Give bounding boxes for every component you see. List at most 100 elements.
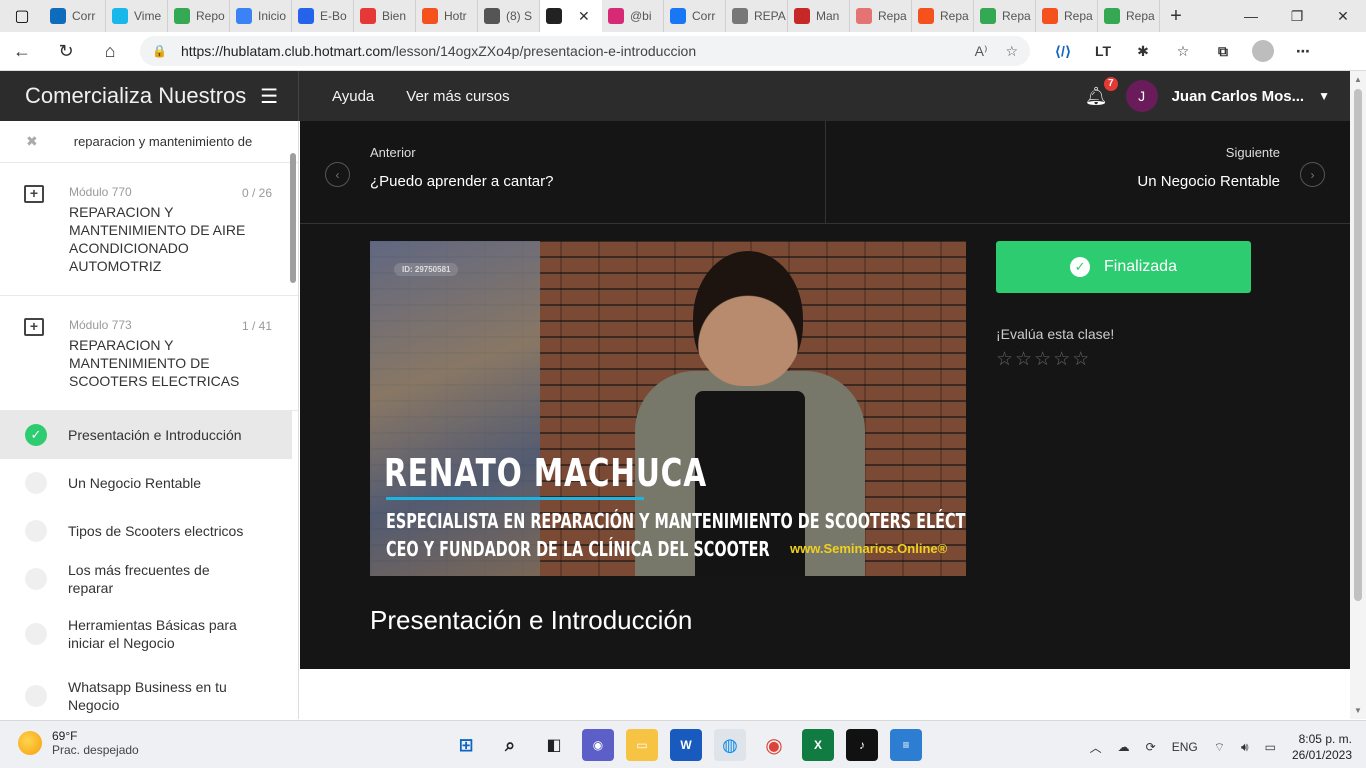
chevron-right-icon[interactable]: › — [1300, 162, 1325, 187]
chevron-left-icon[interactable]: ‹ — [325, 162, 350, 187]
url-field[interactable]: 🔒 https://hublatam.club.hotmart.com/less… — [140, 36, 1030, 66]
battery-icon[interactable]: ▭ — [1265, 740, 1276, 754]
close-tab-icon[interactable]: ✕ — [578, 8, 590, 25]
menu-icon[interactable]: ☰ — [260, 84, 278, 109]
clock[interactable]: 8:05 p. m. 26/01/2023 — [1292, 731, 1352, 763]
browser-tab[interactable]: Bien — [354, 0, 416, 32]
start-icon[interactable]: ⊞ — [450, 729, 482, 761]
previous-lesson[interactable]: ‹ Anterior ¿Puedo aprender a cantar? — [300, 121, 826, 223]
scroll-up-icon[interactable]: ▲ — [1350, 75, 1366, 84]
ebook-icon — [298, 8, 314, 24]
read-aloud-icon[interactable]: A⁾ — [975, 43, 988, 60]
finished-button[interactable]: ✓ Finalizada — [996, 241, 1251, 293]
lock-icon[interactable]: 🔒 — [152, 44, 167, 58]
back-icon[interactable]: ← — [0, 32, 44, 71]
star-icon[interactable]: ☆ — [1034, 348, 1051, 371]
tab-actions-icon[interactable]: ▢ — [0, 0, 44, 32]
weather-widget[interactable]: 69°F Prac. despejado — [18, 729, 139, 757]
browser-tab[interactable]: Man — [788, 0, 850, 32]
browser-tab[interactable]: Inicio — [230, 0, 292, 32]
edge-icon[interactable]: ◍ — [714, 729, 746, 761]
bell-icon[interactable]: 🔔︎ 7 — [1085, 76, 1118, 107]
browser-tab[interactable]: Hotr — [416, 0, 478, 32]
extensions-icon[interactable]: ✱ — [1132, 40, 1154, 62]
onedrive-icon[interactable]: ☁ — [1118, 740, 1130, 754]
weather-temp: 69°F — [52, 729, 78, 743]
browser-tab[interactable]: Repa — [1098, 0, 1160, 32]
close-window-icon[interactable]: ✕ — [1320, 0, 1366, 32]
add-favorite-icon[interactable]: ☆ — [1005, 43, 1018, 60]
search-icon[interactable]: ⌕ — [494, 729, 526, 761]
scroll-down-icon[interactable]: ▼ — [1350, 706, 1366, 715]
user-name[interactable]: Juan Carlos Mos... — [1172, 88, 1305, 105]
word-icon[interactable]: W — [670, 729, 702, 761]
task-view-icon[interactable]: ◧ — [538, 729, 570, 761]
browser-tab[interactable]: ✕ — [540, 0, 602, 32]
user-avatar[interactable]: J — [1125, 80, 1158, 112]
help-link[interactable]: Ayuda — [332, 88, 374, 105]
sidebar-search[interactable]: ✖ reparacion y mantenimiento de — [0, 121, 298, 163]
browser-tab[interactable]: Vime — [106, 0, 168, 32]
chevron-up-icon[interactable]: ︿ — [1090, 739, 1102, 756]
update-icon[interactable]: ⟳ — [1146, 740, 1156, 754]
clear-search-icon[interactable]: ✖ — [26, 133, 38, 150]
video-player[interactable]: ID: 29750581 RENATO MACHUCA ESPECIALISTA… — [370, 241, 966, 576]
next-lesson[interactable]: Siguiente Un Negocio Rentable › — [826, 121, 1351, 223]
windows-taskbar: 69°F Prac. despejado ⊞ ⌕ ◧ ◉ ▭ W ◍ ◉ X ♪… — [0, 720, 1366, 768]
browser-tab[interactable]: Repa — [912, 0, 974, 32]
tab-label: Hotr — [444, 9, 467, 23]
scroll-thumb[interactable] — [1354, 89, 1362, 601]
chat-icon[interactable]: ◉ — [582, 729, 614, 761]
tab-label: Corr — [692, 9, 716, 23]
star-icon[interactable]: ☆ — [996, 348, 1013, 371]
restore-icon[interactable]: ❐ — [1274, 0, 1320, 32]
more-menu-icon[interactable]: ⋯ — [1292, 40, 1314, 62]
notepad-icon[interactable]: ≡ — [890, 729, 922, 761]
profile-avatar[interactable] — [1252, 40, 1274, 62]
module-item[interactable]: + Módulo 770 0 / 26 REPARACION Y MANTENI… — [0, 163, 298, 296]
lesson-item[interactable]: Tipos de Scooters electricos — [0, 507, 298, 555]
star-icon[interactable]: ☆ — [1053, 348, 1070, 371]
browser-tab[interactable]: Repo — [168, 0, 230, 32]
wifi-icon[interactable]: ⌔ — [1214, 740, 1225, 755]
browser-tab[interactable]: Corr — [664, 0, 726, 32]
language-indicator[interactable]: ENG — [1172, 740, 1198, 754]
lesson-item[interactable]: Herramientas Básicas para iniciar el Neg… — [0, 603, 298, 665]
browser-tab[interactable]: Repa — [850, 0, 912, 32]
folder-plus-icon: + — [24, 318, 44, 336]
lesson-item[interactable]: ✓ Presentación e Introducción — [0, 411, 292, 459]
browser-tab[interactable]: @bi — [602, 0, 664, 32]
lesson-item[interactable]: Whatsapp Business en tu Negocio — [0, 665, 298, 719]
page-scrollbar[interactable]: ▲ ▼ — [1350, 71, 1366, 719]
module-item[interactable]: + Módulo 773 1 / 41 REPARACION Y MANTENI… — [0, 296, 298, 411]
browser-tab[interactable]: (8) S — [478, 0, 540, 32]
previous-title[interactable]: ¿Puedo aprender a cantar? — [370, 173, 553, 190]
code-extension-icon[interactable]: ⟨/⟩ — [1052, 40, 1074, 62]
volume-icon[interactable]: 🔊︎ — [1241, 740, 1249, 755]
excel-icon[interactable]: X — [802, 729, 834, 761]
more-courses-link[interactable]: Ver más cursos — [406, 88, 509, 105]
chevron-down-icon[interactable]: ▼ — [1318, 89, 1330, 103]
favorites-icon[interactable]: ☆ — [1172, 40, 1194, 62]
sidebar-scrollbar[interactable] — [290, 153, 296, 283]
lt-extension-icon[interactable]: LT — [1092, 40, 1114, 62]
lesson-item[interactable]: Un Negocio Rentable — [0, 459, 298, 507]
next-title[interactable]: Un Negocio Rentable — [1137, 173, 1280, 190]
tiktok-icon[interactable]: ♪ — [846, 729, 878, 761]
lesson-heading: Presentación e Introducción — [370, 605, 693, 635]
new-tab-button[interactable]: + — [1160, 0, 1192, 32]
browser-tab[interactable]: Repa — [974, 0, 1036, 32]
minimize-icon[interactable]: — — [1228, 0, 1274, 32]
browser-tab[interactable]: Repa — [1036, 0, 1098, 32]
star-icon[interactable]: ☆ — [1072, 348, 1089, 371]
collections-icon[interactable]: ⧉ — [1212, 40, 1234, 62]
refresh-icon[interactable]: ↻ — [44, 32, 88, 71]
browser-tab[interactable]: Corr — [44, 0, 106, 32]
star-icon[interactable]: ☆ — [1015, 348, 1032, 371]
chrome-icon[interactable]: ◉ — [758, 729, 790, 761]
lesson-item[interactable]: Los más frecuentes de reparar — [0, 555, 298, 603]
home-icon[interactable]: ⌂ — [88, 32, 132, 71]
browser-tab[interactable]: E-Bo — [292, 0, 354, 32]
file-explorer-icon[interactable]: ▭ — [626, 729, 658, 761]
browser-tab[interactable]: REPA — [726, 0, 788, 32]
